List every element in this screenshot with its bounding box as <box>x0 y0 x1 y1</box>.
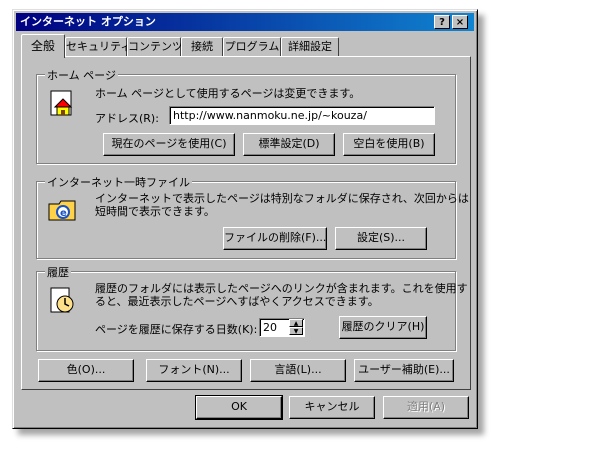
tab-programs[interactable]: プログラム <box>223 37 281 57</box>
home-page-description: ホーム ページとして使用するページは変更できます。 <box>95 87 361 100</box>
temporary-files-folder-icon: e <box>48 200 76 221</box>
temporary-files-legend: インターネット一時ファイル <box>45 174 192 190</box>
use-default-button[interactable]: 標準設定(D) <box>243 133 335 156</box>
window-title: インターネット オプション <box>20 15 156 28</box>
use-blank-button[interactable]: 空白を使用(B) <box>343 133 435 156</box>
delete-files-button[interactable]: ファイルの削除(F)... <box>223 227 327 250</box>
home-page-icon <box>50 90 73 116</box>
temporary-settings-button[interactable]: 設定(S)... <box>335 227 427 250</box>
tab-security[interactable]: セキュリティ <box>65 37 131 57</box>
use-current-button[interactable]: 現在のページを使用(C) <box>103 133 235 156</box>
spin-down-icon[interactable]: ▼ <box>289 327 303 335</box>
apply-button[interactable]: 適用(A) <box>383 396 469 419</box>
home-page-group: ホーム ページ ホーム ページとして使用するページは変更できます。 アドレス(R… <box>36 67 456 164</box>
cancel-button[interactable]: キャンセル <box>289 396 375 419</box>
internet-options-dialog: インターネット オプション ? × 全般 セキュリティ コンテンツ 接続 プログ… <box>12 9 478 429</box>
address-input[interactable]: http://www.nanmoku.ne.jp/~kouza/ <box>169 106 435 125</box>
fonts-button[interactable]: フォント(N)... <box>146 359 242 382</box>
spin-up-icon[interactable]: ▲ <box>289 319 303 327</box>
home-page-legend: ホーム ページ <box>45 67 118 83</box>
help-button[interactable]: ? <box>434 15 450 29</box>
close-button[interactable]: × <box>452 15 468 29</box>
temporary-files-description-2: 短時間で表示できます。 <box>95 205 215 218</box>
history-legend: 履歴 <box>45 264 71 280</box>
title-bar[interactable]: インターネット オプション ? × <box>16 13 474 31</box>
history-group: 履歴 履歴のフォルダには表示したページへのリンクが含まれます。これを使用す ると… <box>36 264 468 351</box>
tab-general[interactable]: 全般 <box>21 34 65 58</box>
temporary-files-group: インターネット一時ファイル e インターネットで表示したページは特別なフォルダに… <box>36 174 469 259</box>
history-description-2: ると、最近表示したページへすばやくアクセスできます。 <box>95 295 379 308</box>
languages-button[interactable]: 言語(L)... <box>250 359 346 382</box>
tab-connections[interactable]: 接続 <box>181 37 223 57</box>
clear-history-button[interactable]: 履歴のクリア(H) <box>339 316 427 339</box>
history-days-label: ページを履歴に保存する日数(K): <box>95 323 258 336</box>
accessibility-button[interactable]: ユーザー補助(E)... <box>354 359 454 382</box>
tab-advanced[interactable]: 詳細設定 <box>281 37 339 57</box>
address-label: アドレス(R): <box>95 112 159 125</box>
svg-text:e: e <box>60 208 67 219</box>
colors-button[interactable]: 色(O)... <box>38 359 134 382</box>
history-days-spinner[interactable]: ▲ ▼ <box>289 319 303 336</box>
history-icon <box>50 287 74 313</box>
tab-content[interactable]: コンテンツ <box>127 37 183 57</box>
ok-button[interactable]: OK <box>195 395 283 420</box>
general-tab-panel: ホーム ページ ホーム ページとして使用するページは変更できます。 アドレス(R… <box>21 56 471 390</box>
